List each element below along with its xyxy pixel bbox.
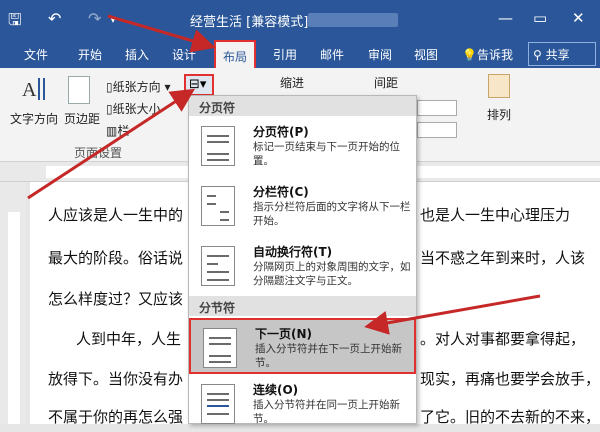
column-break-desc: 指示分栏符后面的文字将从下一栏开始。 bbox=[253, 201, 411, 227]
tab-file[interactable]: 文件 bbox=[24, 46, 48, 63]
spacing-after-input[interactable] bbox=[417, 122, 457, 138]
page-break-title: 分页符(P) bbox=[253, 125, 309, 139]
redo-icon[interactable]: ↷ bbox=[88, 9, 101, 28]
tab-mailings[interactable]: 邮件 bbox=[320, 46, 344, 63]
column-break-icon bbox=[201, 186, 235, 226]
text-direction-icon[interactable]: A bbox=[20, 74, 48, 104]
ribbon-tab-bar: 文件 开始 插入 设计 布局 引用 邮件 审阅 视图 💡告诉我 ⚲ 共享 bbox=[0, 40, 600, 68]
blurred-username bbox=[308, 13, 398, 27]
margins-icon[interactable] bbox=[68, 76, 90, 104]
menu-item-next-page[interactable]: 下一页(N) 插入分节符并在下一页上开始新节。 bbox=[189, 318, 416, 374]
menu-item-text-wrapping-break[interactable]: 自动换行符(T) 分隔网页上的对象周围的文字，如分隔题注文字与正文。 bbox=[189, 238, 416, 294]
tab-references[interactable]: 引用 bbox=[273, 46, 297, 63]
page-setup-group-label: 页面设置 bbox=[74, 144, 122, 161]
share-label: 共享 bbox=[545, 48, 570, 62]
breaks-icon: ⊟▾ bbox=[189, 77, 207, 92]
title-bar: 🖫 ↶ ↷ ▾ 经营生活 [兼容模式]... — ▭ ✕ bbox=[0, 0, 600, 40]
vertical-ruler bbox=[0, 182, 26, 424]
text-wrapping-break-icon bbox=[201, 246, 235, 286]
svg-text:A: A bbox=[22, 79, 37, 101]
tab-home[interactable]: 开始 bbox=[78, 46, 102, 63]
orientation-icon: ▯ bbox=[106, 80, 113, 94]
breaks-dropdown-menu: 分页符 分页符(P) 标记一页结束与下一页开始的位置。 分栏符(C) 指示分栏符… bbox=[188, 95, 417, 425]
next-page-desc: 插入分节符并在下一页上开始新节。 bbox=[255, 343, 402, 369]
next-page-icon bbox=[203, 328, 237, 368]
columns-button[interactable]: ▥栏 bbox=[106, 122, 129, 139]
menu-item-column-break[interactable]: 分栏符(C) 指示分栏符后面的文字将从下一栏开始。 bbox=[189, 178, 416, 234]
save-icon[interactable]: 🖫 bbox=[8, 9, 22, 36]
size-label: 纸张大小 bbox=[112, 102, 161, 116]
doc-line-3-left: 怎么样度过？又应该 bbox=[48, 290, 184, 308]
undo-icon[interactable]: ↶ bbox=[48, 9, 61, 28]
continuous-desc: 插入分节符并在同一页上开始新节。 bbox=[253, 399, 400, 425]
indent-label: 缩进 bbox=[280, 76, 305, 90]
quick-access-dropdown-icon[interactable]: ▾ bbox=[110, 12, 116, 26]
doc-line-1-right: 也是人一生中心理压力 bbox=[420, 206, 571, 224]
tab-insert[interactable]: 插入 bbox=[125, 46, 149, 63]
spacing-label: 间距 bbox=[374, 76, 399, 90]
close-button[interactable]: ✕ bbox=[572, 9, 585, 27]
tab-view[interactable]: 视图 bbox=[414, 46, 438, 63]
tab-review[interactable]: 审阅 bbox=[368, 46, 392, 63]
doc-line-2-right: 当不惑之年到来时，人该 bbox=[420, 249, 586, 267]
next-page-title: 下一页(N) bbox=[255, 327, 313, 341]
size-icon: ▯ bbox=[106, 102, 113, 116]
text-wrapping-break-desc: 分隔网页上的对象周围的文字，如分隔题注文字与正文。 bbox=[253, 261, 411, 287]
window-title: 经营生活 [兼容模式]... bbox=[190, 15, 321, 30]
doc-line-4-right: 。对人对事都要拿得起， bbox=[420, 330, 586, 348]
columns-label: 栏 bbox=[117, 124, 130, 138]
doc-line-5-left: 放得下。当你没有办 bbox=[48, 370, 184, 388]
menu-item-page-break[interactable]: 分页符(P) 标记一页结束与下一页开始的位置。 bbox=[189, 118, 416, 174]
doc-line-4-left: 人到中年，人生 bbox=[76, 330, 182, 348]
spacing-before-input[interactable] bbox=[417, 100, 457, 116]
orientation-label: 纸张方向 bbox=[112, 80, 161, 94]
margins-button[interactable]: 页边距 bbox=[64, 110, 100, 127]
tell-me-label: 告诉我 bbox=[476, 48, 513, 62]
doc-line-1-left: 人应该是人一生中的 bbox=[48, 206, 184, 224]
share-button[interactable]: ⚲ 共享 bbox=[528, 42, 596, 66]
continuous-title: 连续(O) bbox=[253, 383, 299, 397]
tell-me-search[interactable]: 💡告诉我 bbox=[462, 46, 513, 63]
orientation-button[interactable]: ▯纸张方向 ▾ bbox=[106, 78, 170, 95]
columns-icon: ▥ bbox=[106, 124, 118, 138]
doc-line-5-right: 现实，再痛也要学会放手， bbox=[420, 370, 600, 388]
breaks-button[interactable]: ⊟▾ bbox=[184, 74, 214, 96]
size-button[interactable]: ▯纸张大小 bbox=[106, 100, 161, 117]
tab-design[interactable]: 设计 bbox=[172, 46, 196, 63]
page-setup-group-text: 页面设置 bbox=[74, 146, 123, 160]
section-section-breaks-header: 分节符 bbox=[189, 296, 416, 316]
section-page-breaks-header: 分页符 bbox=[189, 96, 416, 116]
restore-button[interactable]: ▭ bbox=[533, 9, 547, 27]
continuous-icon bbox=[201, 384, 235, 424]
lightbulb-icon: 💡 bbox=[462, 48, 477, 62]
arrange-button[interactable]: 排列 bbox=[487, 106, 511, 123]
text-direction-button[interactable]: 文字方向 bbox=[10, 110, 58, 127]
person-icon: ⚲ bbox=[533, 48, 542, 62]
page-break-icon bbox=[201, 126, 235, 166]
doc-line-2-left: 最大的阶段。俗话说 bbox=[48, 249, 184, 267]
minimize-button[interactable]: — bbox=[498, 9, 513, 27]
column-break-title: 分栏符(C) bbox=[253, 185, 309, 199]
text-wrapping-break-title: 自动换行符(T) bbox=[253, 245, 333, 259]
page-break-desc: 标记一页结束与下一页开始的位置。 bbox=[253, 141, 400, 167]
arrange-icon[interactable] bbox=[488, 74, 510, 98]
tab-layout[interactable]: 布局 bbox=[214, 40, 257, 68]
